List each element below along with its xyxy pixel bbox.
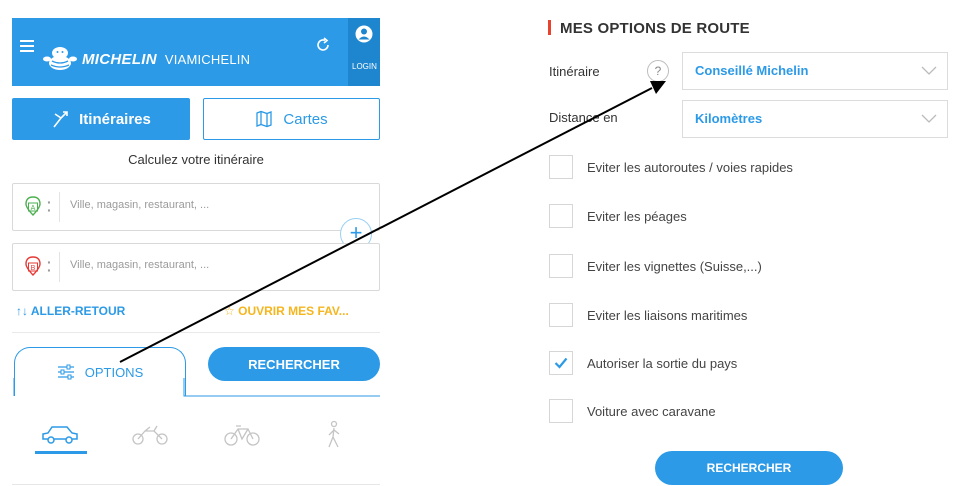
tab-cartes-label: Cartes	[283, 110, 328, 128]
form-title: Calculez votre itinéraire	[128, 152, 264, 167]
help-icon[interactable]: ?	[647, 60, 669, 82]
checkbox-avoid-ferries[interactable]	[549, 303, 573, 327]
checkbox-avoid-tolls[interactable]	[549, 204, 573, 228]
end-marker-icon: B	[25, 256, 41, 276]
itineraire-select[interactable]: Conseillé Michelin	[682, 52, 948, 90]
itineraire-select-value: Conseillé Michelin	[695, 63, 809, 78]
brand-name: MICHELIN	[82, 50, 157, 68]
favoris-link[interactable]: ☆ OUVRIR MES FAV...	[224, 304, 349, 318]
title-accent-bar	[548, 20, 551, 35]
chevron-down-icon	[921, 114, 937, 123]
favoris-label: OUVRIR MES FAV...	[238, 304, 349, 318]
distance-label: Distance en	[549, 110, 618, 125]
rechercher-button-options[interactable]: RECHERCHER	[655, 451, 843, 485]
car-icon[interactable]	[40, 420, 80, 450]
tab-itineraires-label: Itinéraires	[79, 110, 151, 128]
bicycle-icon[interactable]	[222, 420, 262, 450]
divider	[12, 484, 380, 485]
route-options-title: MES OPTIONS DE ROUTE	[548, 20, 750, 37]
app-header: MICHELIN VIAMICHELIN LOGIN	[12, 18, 380, 86]
distance-select[interactable]: Kilomètres	[682, 100, 948, 138]
start-field[interactable]: A · · Ville, magasin, restaurant, ...	[12, 183, 380, 231]
option-label: Eviter les vignettes (Suisse,...)	[587, 258, 762, 274]
end-marker-letter: B	[31, 265, 36, 272]
active-mode-indicator	[35, 451, 87, 454]
motorcycle-icon[interactable]	[130, 420, 170, 450]
option-label: Voiture avec caravane	[587, 403, 716, 419]
end-field[interactable]: B · · Ville, magasin, restaurant, ...	[12, 243, 380, 291]
option-allow-leave-country[interactable]: Autoriser la sortie du pays	[549, 350, 737, 376]
menu-icon[interactable]	[20, 40, 34, 52]
option-label: Eviter les autoroutes / voies rapides	[587, 159, 793, 175]
pedestrian-icon[interactable]	[314, 420, 354, 450]
checkbox-caravan[interactable]	[549, 399, 573, 423]
tab-itineraires[interactable]: Itinéraires	[12, 98, 190, 140]
drag-handle-icon[interactable]: · ·	[47, 255, 52, 277]
checkmark-icon	[554, 357, 568, 369]
product-name: VIAMICHELIN	[164, 51, 251, 67]
option-label: Eviter les péages	[587, 208, 687, 224]
tab-cartes[interactable]: Cartes	[203, 98, 380, 140]
route-options-title-text: MES OPTIONS DE ROUTE	[560, 20, 750, 37]
star-icon: ☆	[224, 304, 235, 318]
drag-handle-icon[interactable]: · ·	[47, 195, 52, 217]
checkbox-avoid-vignettes[interactable]	[549, 254, 573, 278]
map-icon	[256, 110, 273, 128]
brand-logo[interactable]: MICHELIN VIAMICHELIN	[42, 46, 250, 72]
aller-retour-label: ALLER-RETOUR	[30, 304, 126, 318]
login-label: LOGIN	[352, 62, 377, 71]
divider	[12, 332, 380, 333]
refresh-icon[interactable]	[314, 36, 332, 54]
checkbox-allow-leave-country[interactable]	[549, 351, 573, 375]
start-marker-letter: A	[31, 205, 36, 212]
start-input[interactable]: Ville, magasin, restaurant, ...	[70, 199, 209, 211]
option-avoid-highways[interactable]: Eviter les autoroutes / voies rapides	[549, 154, 793, 180]
login-button[interactable]: LOGIN	[348, 18, 380, 86]
option-avoid-ferries[interactable]: Eviter les liaisons maritimes	[549, 302, 747, 328]
options-tab-outline	[13, 378, 380, 397]
start-marker-icon: A	[25, 196, 41, 216]
option-label: Eviter les liaisons maritimes	[587, 307, 748, 323]
aller-retour-link[interactable]: ↑↓ ALLER-RETOUR	[16, 304, 125, 318]
checkbox-avoid-highways[interactable]	[549, 155, 573, 179]
rechercher-button[interactable]: RECHERCHER	[208, 347, 380, 381]
option-caravan[interactable]: Voiture avec caravane	[549, 398, 716, 424]
end-input[interactable]: Ville, magasin, restaurant, ...	[70, 259, 209, 271]
option-avoid-vignettes[interactable]: Eviter les vignettes (Suisse,...)	[549, 253, 762, 279]
option-avoid-tolls[interactable]: Eviter les péages	[549, 203, 687, 229]
itineraire-label: Itinéraire	[549, 64, 600, 79]
route-icon	[53, 111, 68, 128]
bibendum-icon	[42, 46, 78, 72]
distance-select-value: Kilomètres	[695, 111, 763, 126]
chevron-down-icon	[921, 66, 937, 75]
swap-arrows-icon: ↑↓	[16, 304, 28, 318]
option-label: Autoriser la sortie du pays	[587, 355, 738, 371]
user-icon	[355, 25, 373, 43]
